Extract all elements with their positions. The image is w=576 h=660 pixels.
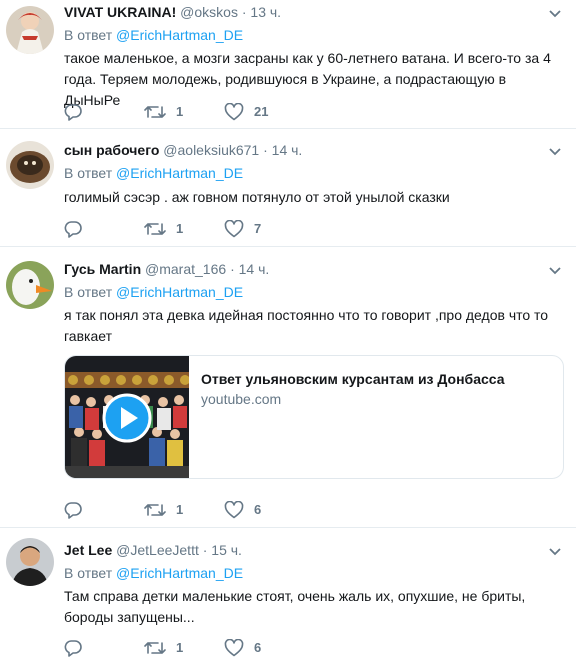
avatar[interactable] [6, 261, 54, 309]
reply-icon [64, 502, 82, 519]
heart-icon [224, 220, 244, 238]
retweet-button[interactable]: 1 [144, 219, 183, 239]
heart-icon [224, 639, 244, 657]
like-button[interactable]: 7 [224, 219, 261, 239]
avatar[interactable] [6, 538, 54, 586]
card-title: Ответ ульяновским курсантам из Донбасса [201, 371, 505, 387]
tweet-header: сын рабочего @aoleksiuk671 · 14 ч. [64, 142, 303, 158]
reply-mention-link[interactable]: @ErichHartman_DE [116, 27, 243, 43]
chevron-down-icon[interactable] [548, 547, 562, 557]
timestamp[interactable]: 14 ч. [239, 261, 270, 277]
timestamp[interactable]: 14 ч. [272, 142, 303, 158]
reply-button[interactable] [64, 500, 82, 520]
chevron-down-icon[interactable] [548, 9, 562, 19]
tweet[interactable]: Гусь Martin @marat_166 · 14 ч. В ответ @… [0, 247, 576, 528]
reply-icon [64, 104, 82, 121]
retweet-button[interactable]: 1 [144, 102, 183, 122]
card-domain: youtube.com [201, 391, 282, 407]
tweet-text: Там справа детки маленькие стоят, очень … [64, 588, 526, 625]
reply-icon [64, 640, 82, 657]
author-name[interactable]: Гусь Martin [64, 261, 141, 277]
retweet-button[interactable]: 1 [144, 500, 183, 520]
retweet-icon [144, 106, 166, 118]
author-name[interactable]: Jet Lee [64, 542, 112, 558]
tweet-header: Гусь Martin @marat_166 · 14 ч. [64, 261, 270, 277]
retweet-count: 1 [176, 104, 184, 119]
reply-context: В ответ @ErichHartman_DE [64, 27, 244, 43]
chevron-down-icon[interactable] [548, 147, 562, 157]
tweet[interactable]: сын рабочего @aoleksiuk671 · 14 ч. В отв… [0, 129, 576, 247]
tweet-actions: 1 21 [64, 102, 364, 122]
tweet-text: я так понял эта девка идейная постоянно … [64, 307, 549, 344]
heart-icon [224, 103, 244, 121]
video-thumbnail[interactable] [65, 356, 189, 478]
play-icon[interactable] [102, 393, 152, 443]
like-count: 7 [254, 221, 262, 236]
like-button[interactable]: 6 [224, 638, 261, 658]
author-handle[interactable]: @JetLeeJettt [116, 542, 199, 558]
reply-context: В ответ @ErichHartman_DE [64, 565, 244, 581]
author-name[interactable]: сын рабочего [64, 142, 159, 158]
tweet-text: голимый сэсэр . аж говном потянуло от эт… [64, 189, 450, 205]
timestamp[interactable]: 13 ч. [250, 4, 281, 20]
reply-button[interactable] [64, 102, 82, 122]
retweet-icon [144, 642, 166, 654]
tweet-header: Jet Lee @JetLeeJettt · 15 ч. [64, 542, 242, 558]
avatar[interactable] [6, 6, 54, 54]
retweet-count: 1 [176, 221, 184, 236]
reply-icon [64, 221, 82, 238]
avatar[interactable] [6, 141, 54, 189]
reply-mention-link[interactable]: @ErichHartman_DE [116, 565, 243, 581]
heart-icon [224, 501, 244, 519]
tweet-header: VIVAT UKRAINA! @okskos · 13 ч. [64, 4, 282, 20]
author-handle[interactable]: @marat_166 [145, 261, 226, 277]
retweet-icon [144, 223, 166, 235]
retweet-button[interactable]: 1 [144, 638, 183, 658]
reply-button[interactable] [64, 638, 82, 658]
reply-button[interactable] [64, 219, 82, 239]
reply-context: В ответ @ErichHartman_DE [64, 165, 244, 181]
tweet-actions: 1 6 [64, 500, 364, 520]
link-preview-card[interactable]: Ответ ульяновским курсантам из Донбасса … [64, 355, 564, 479]
retweet-count: 1 [176, 502, 184, 517]
chevron-down-icon[interactable] [548, 266, 562, 276]
timestamp[interactable]: 15 ч. [211, 542, 242, 558]
tweet-actions: 1 7 [64, 219, 364, 239]
tweet-actions: 1 6 [64, 638, 364, 658]
tweet[interactable]: VIVAT UKRAINA! @okskos · 13 ч. В ответ @… [0, 0, 576, 129]
like-count: 6 [254, 640, 262, 655]
reply-mention-link[interactable]: @ErichHartman_DE [116, 165, 243, 181]
like-button[interactable]: 21 [224, 102, 268, 122]
author-name[interactable]: VIVAT UKRAINA! [64, 4, 176, 20]
like-count: 21 [254, 104, 269, 119]
tweet[interactable]: Jet Lee @JetLeeJettt · 15 ч. В ответ @Er… [0, 528, 576, 660]
reply-context: В ответ @ErichHartman_DE [64, 284, 244, 300]
author-handle[interactable]: @okskos [180, 4, 238, 20]
retweet-icon [144, 504, 166, 516]
like-count: 6 [254, 502, 262, 517]
retweet-count: 1 [176, 640, 184, 655]
reply-mention-link[interactable]: @ErichHartman_DE [116, 284, 243, 300]
like-button[interactable]: 6 [224, 500, 261, 520]
author-handle[interactable]: @aoleksiuk671 [163, 142, 259, 158]
